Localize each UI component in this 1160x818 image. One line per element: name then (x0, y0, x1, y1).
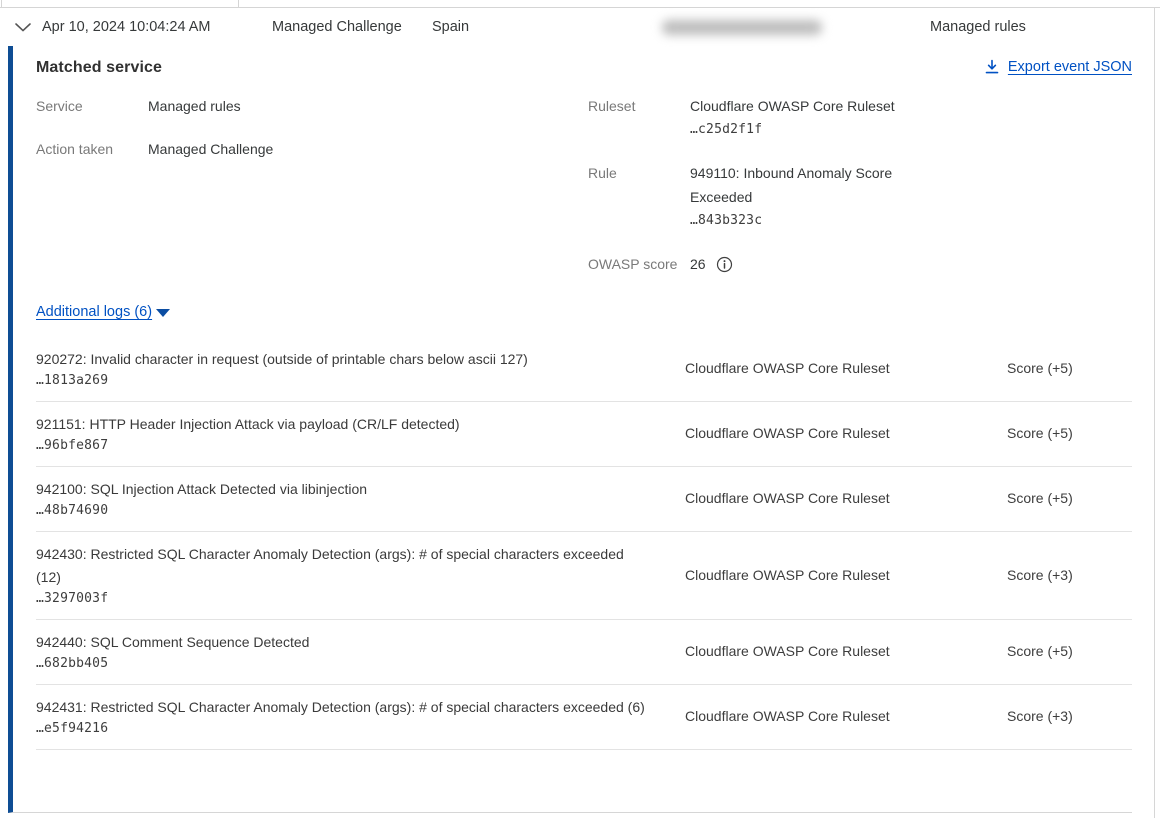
log-rule-title: 942100: SQL Injection Attack Detected vi… (36, 478, 645, 501)
log-ruleset: Cloudflare OWASP Core Ruleset (685, 567, 1007, 583)
log-row: 920272: Invalid character in request (ou… (36, 337, 1132, 402)
event-summary-row[interactable]: Apr 10, 2024 10:04:24 AM Managed Challen… (0, 8, 1160, 46)
matched-service-panel: Matched service Export event JSON Servic… (8, 46, 1132, 813)
ruleset-id: …c25d2f1f (690, 118, 940, 142)
event-service: Managed rules (930, 19, 1026, 35)
log-score: Score (+5) (1007, 360, 1132, 376)
additional-logs-list: 920272: Invalid character in request (ou… (36, 337, 1132, 750)
log-rule-title: 921151: HTTP Header Injection Attack via… (36, 413, 645, 436)
details-section: Service Managed rules Action taken Manag… (36, 94, 1132, 276)
log-rule-title: 942430: Restricted SQL Character Anomaly… (36, 543, 645, 589)
previous-row-edge (0, 0, 1160, 8)
caret-down-icon (156, 309, 170, 317)
event-timestamp: Apr 10, 2024 10:04:24 AM (42, 19, 211, 35)
download-icon (984, 59, 1000, 75)
event-action: Managed Challenge (272, 19, 402, 35)
log-rule-title: 920272: Invalid character in request (ou… (36, 348, 645, 371)
rule-id: …843b323c (690, 209, 940, 233)
service-label: Service (36, 94, 148, 118)
log-rule-id: …48b74690 (36, 503, 645, 518)
log-row: 921151: HTTP Header Injection Attack via… (36, 402, 1132, 467)
log-ruleset: Cloudflare OWASP Core Ruleset (685, 708, 1007, 724)
log-row: 942440: SQL Comment Sequence Detected …6… (36, 620, 1132, 685)
ruleset-value: Cloudflare OWASP Core Ruleset (690, 94, 940, 118)
panel-title: Matched service (36, 59, 162, 77)
event-country: Spain (432, 19, 469, 35)
log-score: Score (+5) (1007, 490, 1132, 506)
ruleset-label: Ruleset (588, 94, 690, 142)
additional-logs-label: Additional logs (6) (36, 304, 152, 320)
export-event-json-label: Export event JSON (1008, 59, 1132, 75)
log-rule-title: 942431: Restricted SQL Character Anomaly… (36, 696, 645, 719)
log-ruleset: Cloudflare OWASP Core Ruleset (685, 425, 1007, 441)
log-rule-id: …682bb405 (36, 656, 645, 671)
log-rule-id: …96bfe867 (36, 438, 645, 453)
log-rule-title: 942440: SQL Comment Sequence Detected (36, 631, 645, 654)
log-score: Score (+3) (1007, 708, 1132, 724)
service-value: Managed rules (148, 94, 241, 118)
rule-label: Rule (588, 161, 690, 233)
owasp-score-value: 26 (690, 252, 706, 276)
log-row: 942430: Restricted SQL Character Anomaly… (36, 532, 1132, 620)
log-rule-id: …3297003f (36, 591, 645, 606)
info-icon[interactable] (716, 256, 733, 273)
log-rule-id: …1813a269 (36, 373, 645, 388)
table-column-divider (238, 0, 239, 8)
firewall-event-detail: Apr 10, 2024 10:04:24 AM Managed Challen… (0, 0, 1160, 818)
log-score: Score (+3) (1007, 567, 1132, 583)
action-taken-label: Action taken (36, 137, 148, 161)
redacted-value (662, 20, 822, 35)
log-ruleset: Cloudflare OWASP Core Ruleset (685, 360, 1007, 376)
log-score: Score (+5) (1007, 643, 1132, 659)
action-taken-value: Managed Challenge (148, 137, 273, 161)
collapse-chevron-icon[interactable] (13, 17, 33, 37)
additional-logs-toggle[interactable]: Additional logs (6) (36, 304, 170, 320)
owasp-score-label: OWASP score (588, 252, 690, 276)
export-event-json-link[interactable]: Export event JSON (984, 59, 1132, 75)
log-row: 942431: Restricted SQL Character Anomaly… (36, 685, 1132, 750)
rule-value: 949110: Inbound Anomaly Score Exceeded (690, 161, 940, 209)
log-ruleset: Cloudflare OWASP Core Ruleset (685, 643, 1007, 659)
log-ruleset: Cloudflare OWASP Core Ruleset (685, 490, 1007, 506)
table-left-border (1, 0, 2, 8)
log-row: 942100: SQL Injection Attack Detected vi… (36, 467, 1132, 532)
log-rule-id: …e5f94216 (36, 721, 645, 736)
log-score: Score (+5) (1007, 425, 1132, 441)
table-right-border (1154, 8, 1155, 818)
